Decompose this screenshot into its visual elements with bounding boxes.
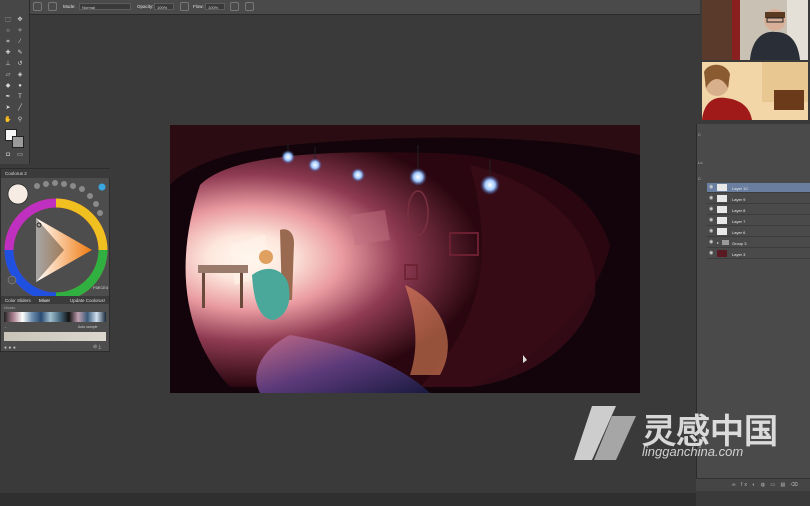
tab-color-sliders[interactable]: Color Sliders (5, 298, 31, 303)
background-color-swatch[interactable] (12, 136, 24, 148)
hand-tool-icon[interactable]: ✋ (4, 116, 12, 124)
coolorus-header: Coolorus 2 (1, 169, 111, 178)
layer-name: Layer 8 (732, 207, 746, 213)
watermark-logo-icon (574, 406, 636, 460)
visibility-eye-icon[interactable]: ◉ (709, 240, 714, 245)
layer-thumbnail (717, 184, 727, 191)
layer-row-layer-9[interactable]: ◉ Layer 9 (707, 194, 810, 204)
airbrush-icon[interactable] (230, 2, 239, 11)
painting-artwork (170, 125, 640, 393)
history-brush-icon[interactable]: ↺ (16, 60, 24, 68)
type-tool-icon[interactable]: T (16, 93, 24, 101)
mode-select[interactable]: Normal (79, 3, 131, 10)
layer-name: Layer 10 (732, 185, 748, 191)
scheme-label: Ubuntu (4, 306, 16, 310)
document-canvas[interactable] (170, 125, 640, 393)
brush-panel-icon[interactable] (48, 2, 57, 11)
crop-tool-icon[interactable]: ⌗ (4, 38, 12, 46)
visibility-eye-icon[interactable]: ◉ (709, 185, 714, 190)
layer-name: Layer 6 (732, 229, 746, 235)
layer-row-layer-3[interactable]: ◉ Layer 3 (707, 249, 810, 259)
layers-footer: ∞ fx ◐ ◍ ▭ ▤ ⌫ (696, 478, 810, 491)
status-bar (0, 493, 696, 506)
path-select-icon[interactable]: ➤ (4, 104, 12, 112)
flow-label: Flow: (193, 4, 204, 9)
side-label-1: C (698, 132, 701, 137)
layer-name: Layer 9 (732, 196, 746, 202)
dodge-tool-icon[interactable]: ● (16, 82, 24, 90)
layer-thumbnail (717, 217, 727, 224)
mixer-tools-icon[interactable]: ⊘ ⤓ (93, 344, 101, 350)
magic-wand-icon[interactable]: ✧ (16, 27, 24, 35)
shape-tool-icon[interactable]: ╱ (16, 104, 24, 112)
visibility-eye-icon[interactable]: ◉ (709, 229, 714, 234)
eraser-tool-icon[interactable]: ▱ (4, 71, 12, 79)
watermark-url: lingganchina.com (642, 444, 744, 459)
flow-field[interactable]: 100% (205, 3, 225, 10)
layer-row-layer-10[interactable]: ◉ Layer 10 (707, 183, 810, 193)
pressure-opacity-icon[interactable] (180, 2, 189, 11)
auto-sample-label[interactable]: Auto sample (78, 325, 97, 329)
brush-preset-icon[interactable] (33, 2, 42, 11)
visibility-eye-icon[interactable]: ◉ (709, 196, 714, 201)
healing-brush-icon[interactable]: ✚ (4, 49, 12, 57)
layer-thumbnail (717, 250, 727, 257)
move-tool-icon[interactable]: ✥ (16, 16, 24, 24)
folder-icon (722, 240, 729, 245)
mixer-swatch-strip[interactable] (4, 312, 106, 322)
layer-actions-icons[interactable]: ∞ fx ◐ ◍ ▭ ▤ ⌫ (732, 482, 800, 488)
pressure-size-icon[interactable] (245, 2, 254, 11)
coolorus-tab-row: Color Sliders Mixer Update Coolorus! (1, 296, 109, 304)
watermark: 灵感中国 lingganchina.com (572, 398, 792, 470)
options-bar: Mode: Normal Opacity: 100% Flow: 100% (0, 0, 700, 15)
mixer-dots: ● ● ● (4, 345, 16, 351)
clone-stamp-icon[interactable]: ⊥ (4, 60, 12, 68)
lasso-tool-icon[interactable]: ○ (4, 27, 12, 35)
marquee-tool-icon[interactable]: ⬚ (4, 16, 12, 24)
webcam-2 (702, 62, 808, 120)
layer-row-group-3[interactable]: ◉ ▸ Group 3 (707, 238, 810, 248)
current-color-swatch (7, 183, 29, 205)
layer-name: Layer 7 (732, 218, 746, 224)
layer-name: Layer 3 (732, 251, 746, 257)
webcam-1 (702, 0, 808, 60)
eyedropper-icon[interactable]: ⁄ (16, 38, 24, 46)
tools-panel: ⬚ ✥ ○ ✧ ⌗ ⁄ ✚ ✎ ⊥ ↺ ▱ ◈ ◆ ● ✒ T ➤ ╱ ✋ ⚲ … (0, 0, 30, 164)
blend-label: ⌄ (4, 325, 7, 329)
mode-label: Mode: (63, 4, 76, 9)
layer-thumbnail (717, 206, 727, 213)
coolorus-panel: Coolorus 2 F6ECE4 Color Sliders Mixer Up… (0, 168, 111, 352)
layer-row-layer-8[interactable]: ◉ Layer 8 (707, 205, 810, 215)
side-label-2: Lo (698, 160, 703, 165)
opacity-field[interactable]: 100% (154, 3, 174, 10)
color-wheel[interactable] (4, 180, 108, 298)
side-label-3: C (698, 176, 701, 181)
zoom-tool-icon[interactable]: ⚲ (16, 116, 24, 124)
opacity-label: Opacity: (137, 4, 154, 9)
visibility-eye-icon[interactable]: ◉ (709, 218, 714, 223)
tab-mixer[interactable]: Mixer (39, 298, 50, 303)
paint-bucket-icon[interactable]: ◈ (16, 71, 24, 79)
blur-tool-icon[interactable]: ◆ (4, 82, 12, 90)
layer-thumbnail (717, 195, 727, 202)
screen-mode-icon[interactable]: ▭ (16, 151, 24, 159)
hex-value[interactable]: F6ECE4 (93, 285, 108, 290)
mixer-gradient-bar[interactable] (4, 332, 106, 341)
layer-thumbnail (717, 228, 727, 235)
folder-expand-icon[interactable]: ▸ (717, 240, 719, 245)
settings-gear-icon (98, 183, 106, 191)
visibility-eye-icon[interactable]: ◉ (709, 251, 714, 256)
quick-mask-icon[interactable]: ◘ (4, 151, 12, 159)
color-scheme-icon (7, 275, 17, 285)
layer-row-layer-6[interactable]: ◉ Layer 6 (707, 227, 810, 237)
pen-tool-icon[interactable]: ✒ (4, 93, 12, 101)
coolorus-title: Coolorus 2 (5, 171, 27, 176)
layer-row-layer-7[interactable]: ◉ Layer 7 (707, 216, 810, 226)
visibility-eye-icon[interactable]: ◉ (709, 207, 714, 212)
layer-name: Group 3 (732, 240, 747, 246)
brush-tool-icon[interactable]: ✎ (16, 49, 24, 57)
update-coolorus-link[interactable]: Update Coolorus! (70, 298, 105, 303)
